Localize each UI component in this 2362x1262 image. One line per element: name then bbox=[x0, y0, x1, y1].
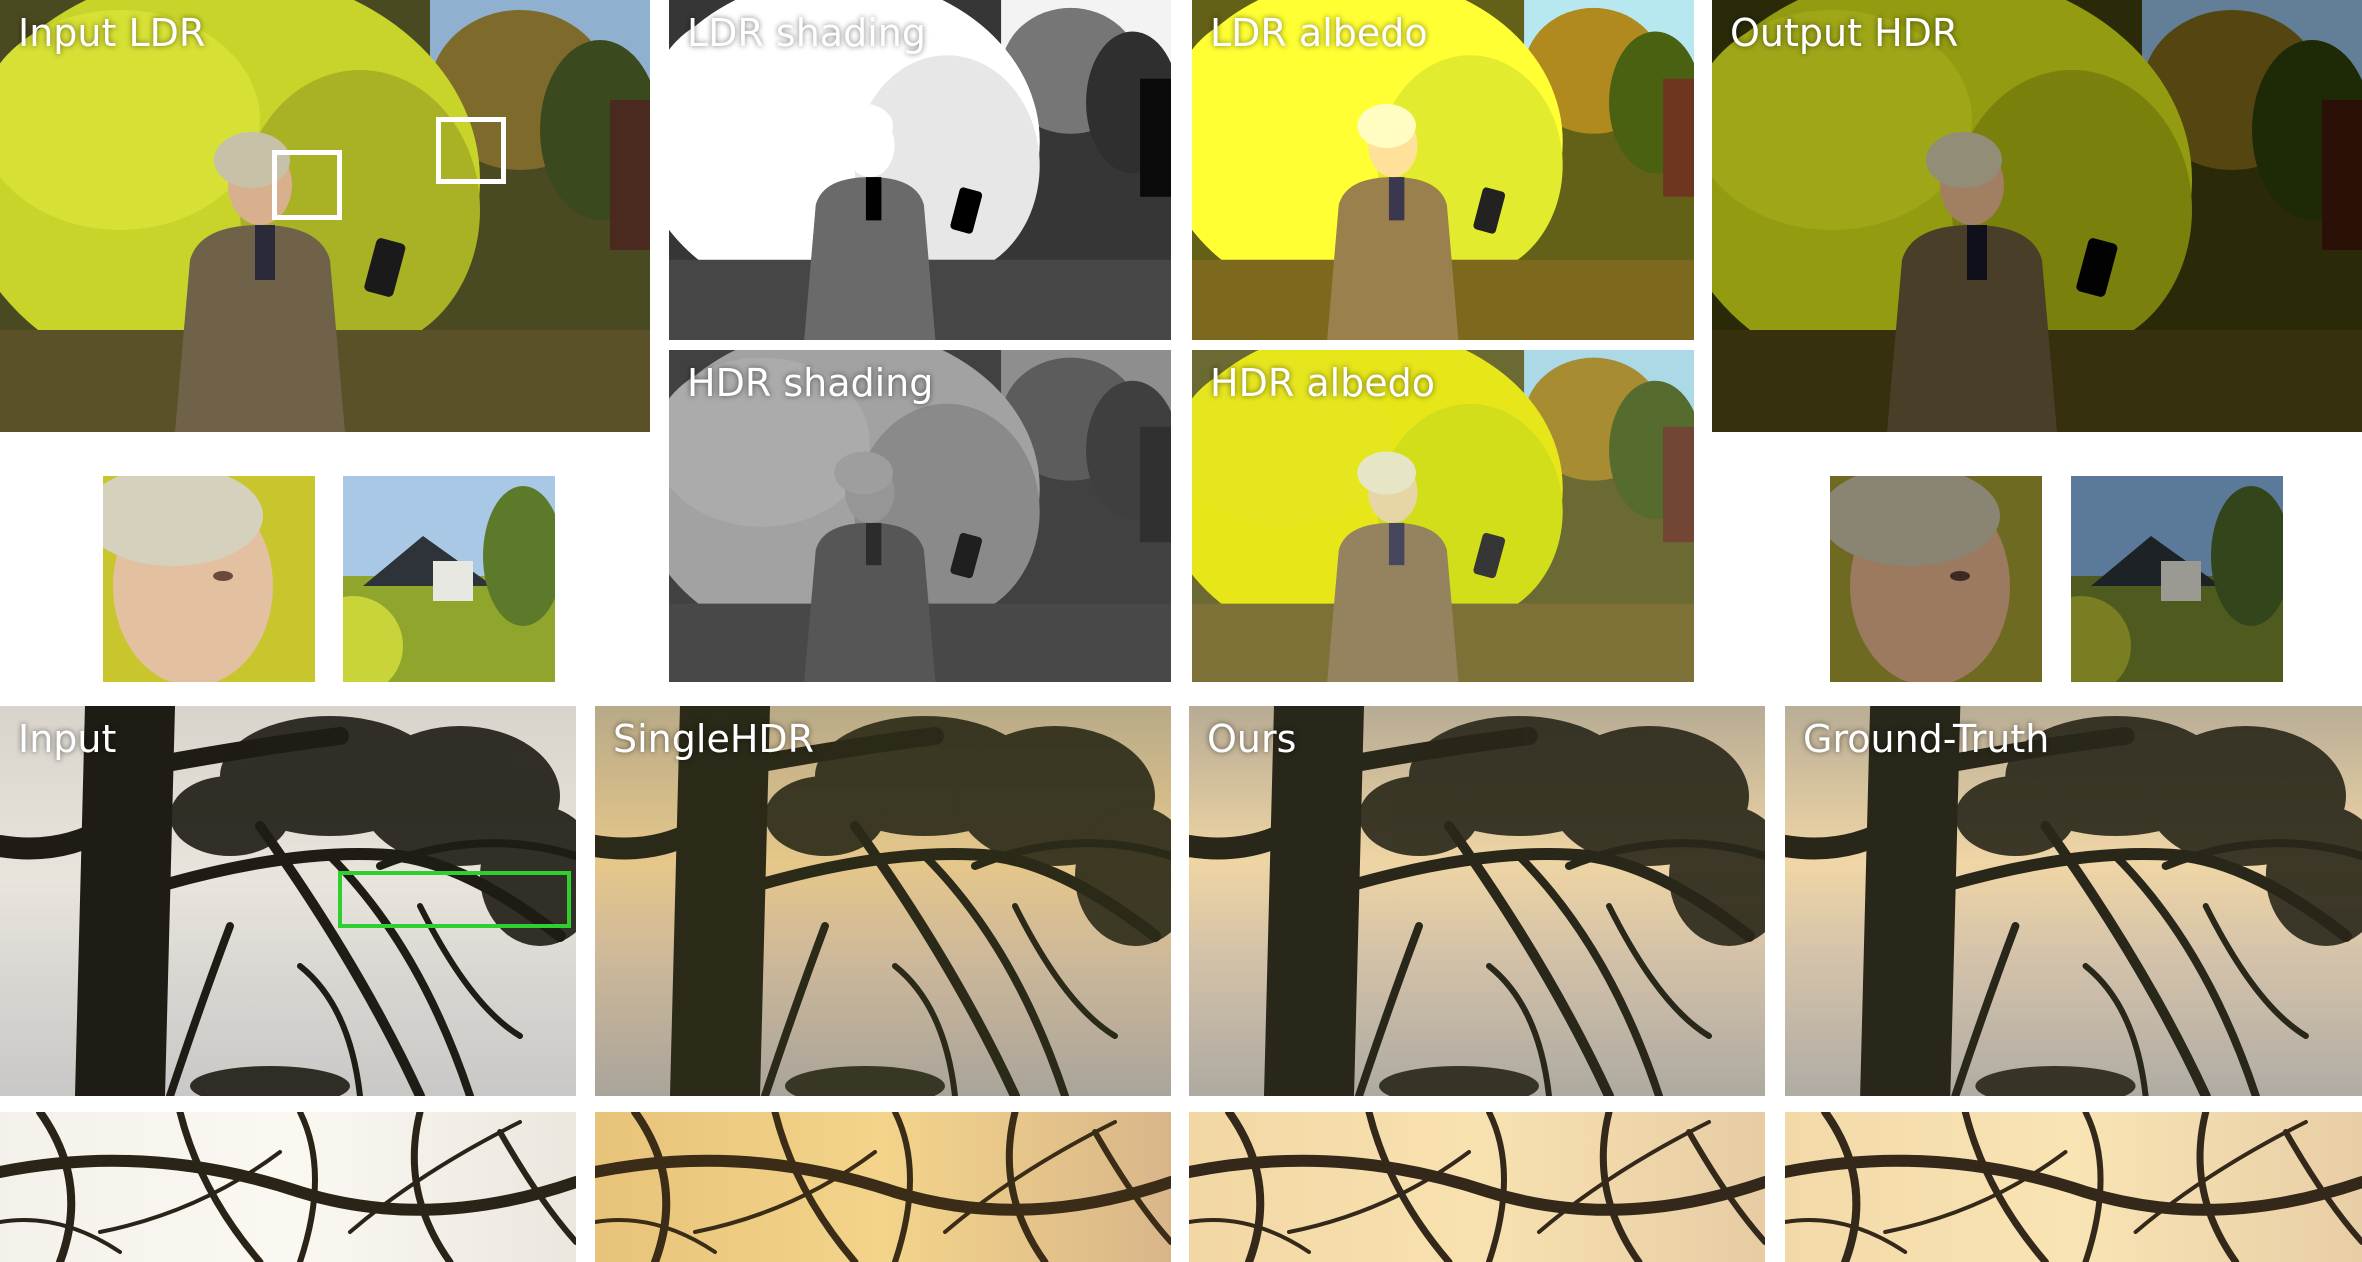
output-hdr-panel: Output HDR bbox=[1712, 0, 2362, 432]
face-crop-image bbox=[1830, 476, 2042, 682]
inset-house-input bbox=[343, 476, 555, 682]
branch-crop-image bbox=[595, 1112, 1171, 1262]
inset-box-face bbox=[272, 150, 342, 220]
hdr-albedo-panel: HDR albedo bbox=[1192, 350, 1694, 682]
crop-box bbox=[338, 871, 571, 928]
panel-label: Ours bbox=[1207, 717, 1297, 761]
house-crop-image bbox=[2071, 476, 2283, 682]
panel-label: Input LDR bbox=[18, 11, 206, 55]
branch-crop-image bbox=[1189, 1112, 1765, 1262]
singlehdr-panel: SingleHDR bbox=[595, 706, 1171, 1096]
panel-label: Output HDR bbox=[1730, 11, 1959, 55]
panel-label: HDR shading bbox=[687, 361, 934, 405]
panel-label: Ground-Truth bbox=[1803, 717, 2050, 761]
ground-truth-tree-image bbox=[1785, 706, 2362, 1096]
panel-label: SingleHDR bbox=[613, 717, 815, 761]
inset-house-output bbox=[2071, 476, 2283, 682]
panel-label: Input bbox=[18, 717, 117, 761]
branch-crop-image bbox=[0, 1112, 576, 1262]
panel-label: LDR albedo bbox=[1210, 11, 1428, 55]
crop-input bbox=[0, 1112, 576, 1262]
crop-singlehdr bbox=[595, 1112, 1171, 1262]
ldr-albedo-panel: LDR albedo bbox=[1192, 0, 1694, 340]
crop-ours bbox=[1189, 1112, 1765, 1262]
input-ldr-panel: Input LDR bbox=[0, 0, 650, 432]
panel-label: LDR shading bbox=[687, 11, 926, 55]
crop-ground-truth bbox=[1785, 1112, 2362, 1262]
singlehdr-tree-image bbox=[595, 706, 1171, 1096]
hdr-shading-panel: HDR shading bbox=[669, 350, 1171, 682]
input-panel: Input bbox=[0, 706, 576, 1096]
output-hdr-image bbox=[1712, 0, 2362, 432]
face-crop-image bbox=[103, 476, 315, 682]
house-crop-image bbox=[343, 476, 555, 682]
branch-crop-image bbox=[1785, 1112, 2362, 1262]
ours-tree-image bbox=[1189, 706, 1765, 1096]
ours-panel: Ours bbox=[1189, 706, 1765, 1096]
ground-truth-panel: Ground-Truth bbox=[1785, 706, 2362, 1096]
panel-label: HDR albedo bbox=[1210, 361, 1436, 405]
inset-face-output bbox=[1830, 476, 2042, 682]
ldr-shading-panel: LDR shading bbox=[669, 0, 1171, 340]
inset-box-house bbox=[436, 117, 506, 184]
inset-face-input bbox=[103, 476, 315, 682]
